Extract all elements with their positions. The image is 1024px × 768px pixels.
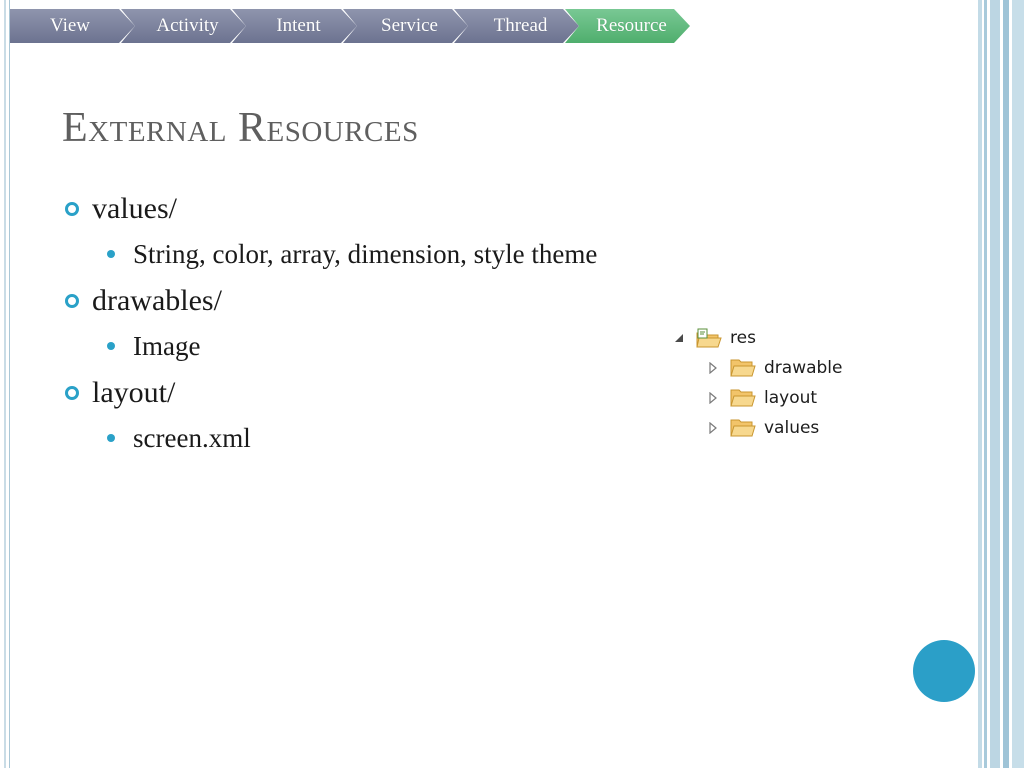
bullet-list: values/ String, color, array, dimension,…	[62, 186, 762, 462]
sub-bullet-item: String, color, array, dimension, style t…	[62, 232, 762, 278]
collapsed-arrow-icon[interactable]	[706, 391, 720, 405]
sub-bullet-item: Image	[62, 324, 762, 370]
tree-item-label: drawable	[764, 358, 843, 378]
tree-item-values[interactable]: values	[706, 414, 819, 442]
ring-bullet-icon	[65, 294, 79, 308]
bullet-label: layout/	[92, 376, 176, 409]
tree-item-res[interactable]: res	[672, 324, 756, 352]
dot-bullet-icon	[107, 250, 115, 258]
resource-folder-icon	[696, 328, 722, 348]
breadcrumb-label: Activity	[156, 15, 219, 36]
stripe	[1003, 0, 1009, 768]
breadcrumb-item-thread[interactable]: Thread	[454, 9, 579, 43]
ring-bullet-icon	[65, 202, 79, 216]
right-stripe-decoration	[978, 0, 1024, 768]
tree-item-drawable[interactable]: drawable	[706, 354, 843, 382]
sub-bullet-item: screen.xml	[62, 416, 762, 462]
breadcrumb-label: Intent	[276, 15, 321, 36]
decorative-circle	[913, 640, 975, 702]
breadcrumb-item-resource[interactable]: Resource	[565, 9, 690, 43]
breadcrumb-label: View	[50, 15, 91, 36]
sub-bullet-label: String, color, array, dimension, style t…	[133, 239, 598, 269]
tree-item-layout[interactable]: layout	[706, 384, 817, 412]
dot-bullet-icon	[107, 434, 115, 442]
collapsed-arrow-icon[interactable]	[706, 361, 720, 375]
folder-icon	[730, 418, 756, 438]
stripe	[978, 0, 982, 768]
expanded-arrow-icon[interactable]	[672, 331, 686, 345]
tree-item-label: layout	[764, 388, 818, 408]
breadcrumb-item-intent[interactable]: Intent	[232, 9, 357, 43]
breadcrumb-label: Resource	[596, 15, 667, 36]
stripe	[984, 0, 987, 768]
bullet-item: drawables/	[62, 278, 762, 324]
breadcrumb-label: Thread	[493, 15, 548, 36]
stripe	[1012, 0, 1024, 768]
folder-icon	[730, 388, 756, 408]
left-border-line	[4, 0, 6, 768]
breadcrumb-item-activity[interactable]: Activity	[121, 9, 246, 43]
breadcrumb-item-view[interactable]: View	[10, 9, 135, 43]
sub-bullet-label: screen.xml	[133, 423, 251, 453]
bullet-item: values/	[62, 186, 762, 232]
folder-icon	[730, 358, 756, 378]
dot-bullet-icon	[107, 342, 115, 350]
slide-title: External Resources	[62, 105, 419, 151]
bullet-item: layout/	[62, 370, 762, 416]
tree-item-label: res	[730, 328, 756, 348]
stripe	[990, 0, 1000, 768]
breadcrumb-item-service[interactable]: Service	[343, 9, 468, 43]
left-border-decoration	[0, 0, 14, 768]
left-border-line	[9, 0, 10, 768]
ring-bullet-icon	[65, 386, 79, 400]
sub-bullet-label: Image	[133, 331, 201, 361]
collapsed-arrow-icon[interactable]	[706, 421, 720, 435]
bullet-label: values/	[92, 192, 177, 225]
breadcrumb-label: Service	[381, 15, 438, 36]
bullet-label: drawables/	[92, 284, 222, 317]
tree-item-label: values	[764, 418, 820, 438]
